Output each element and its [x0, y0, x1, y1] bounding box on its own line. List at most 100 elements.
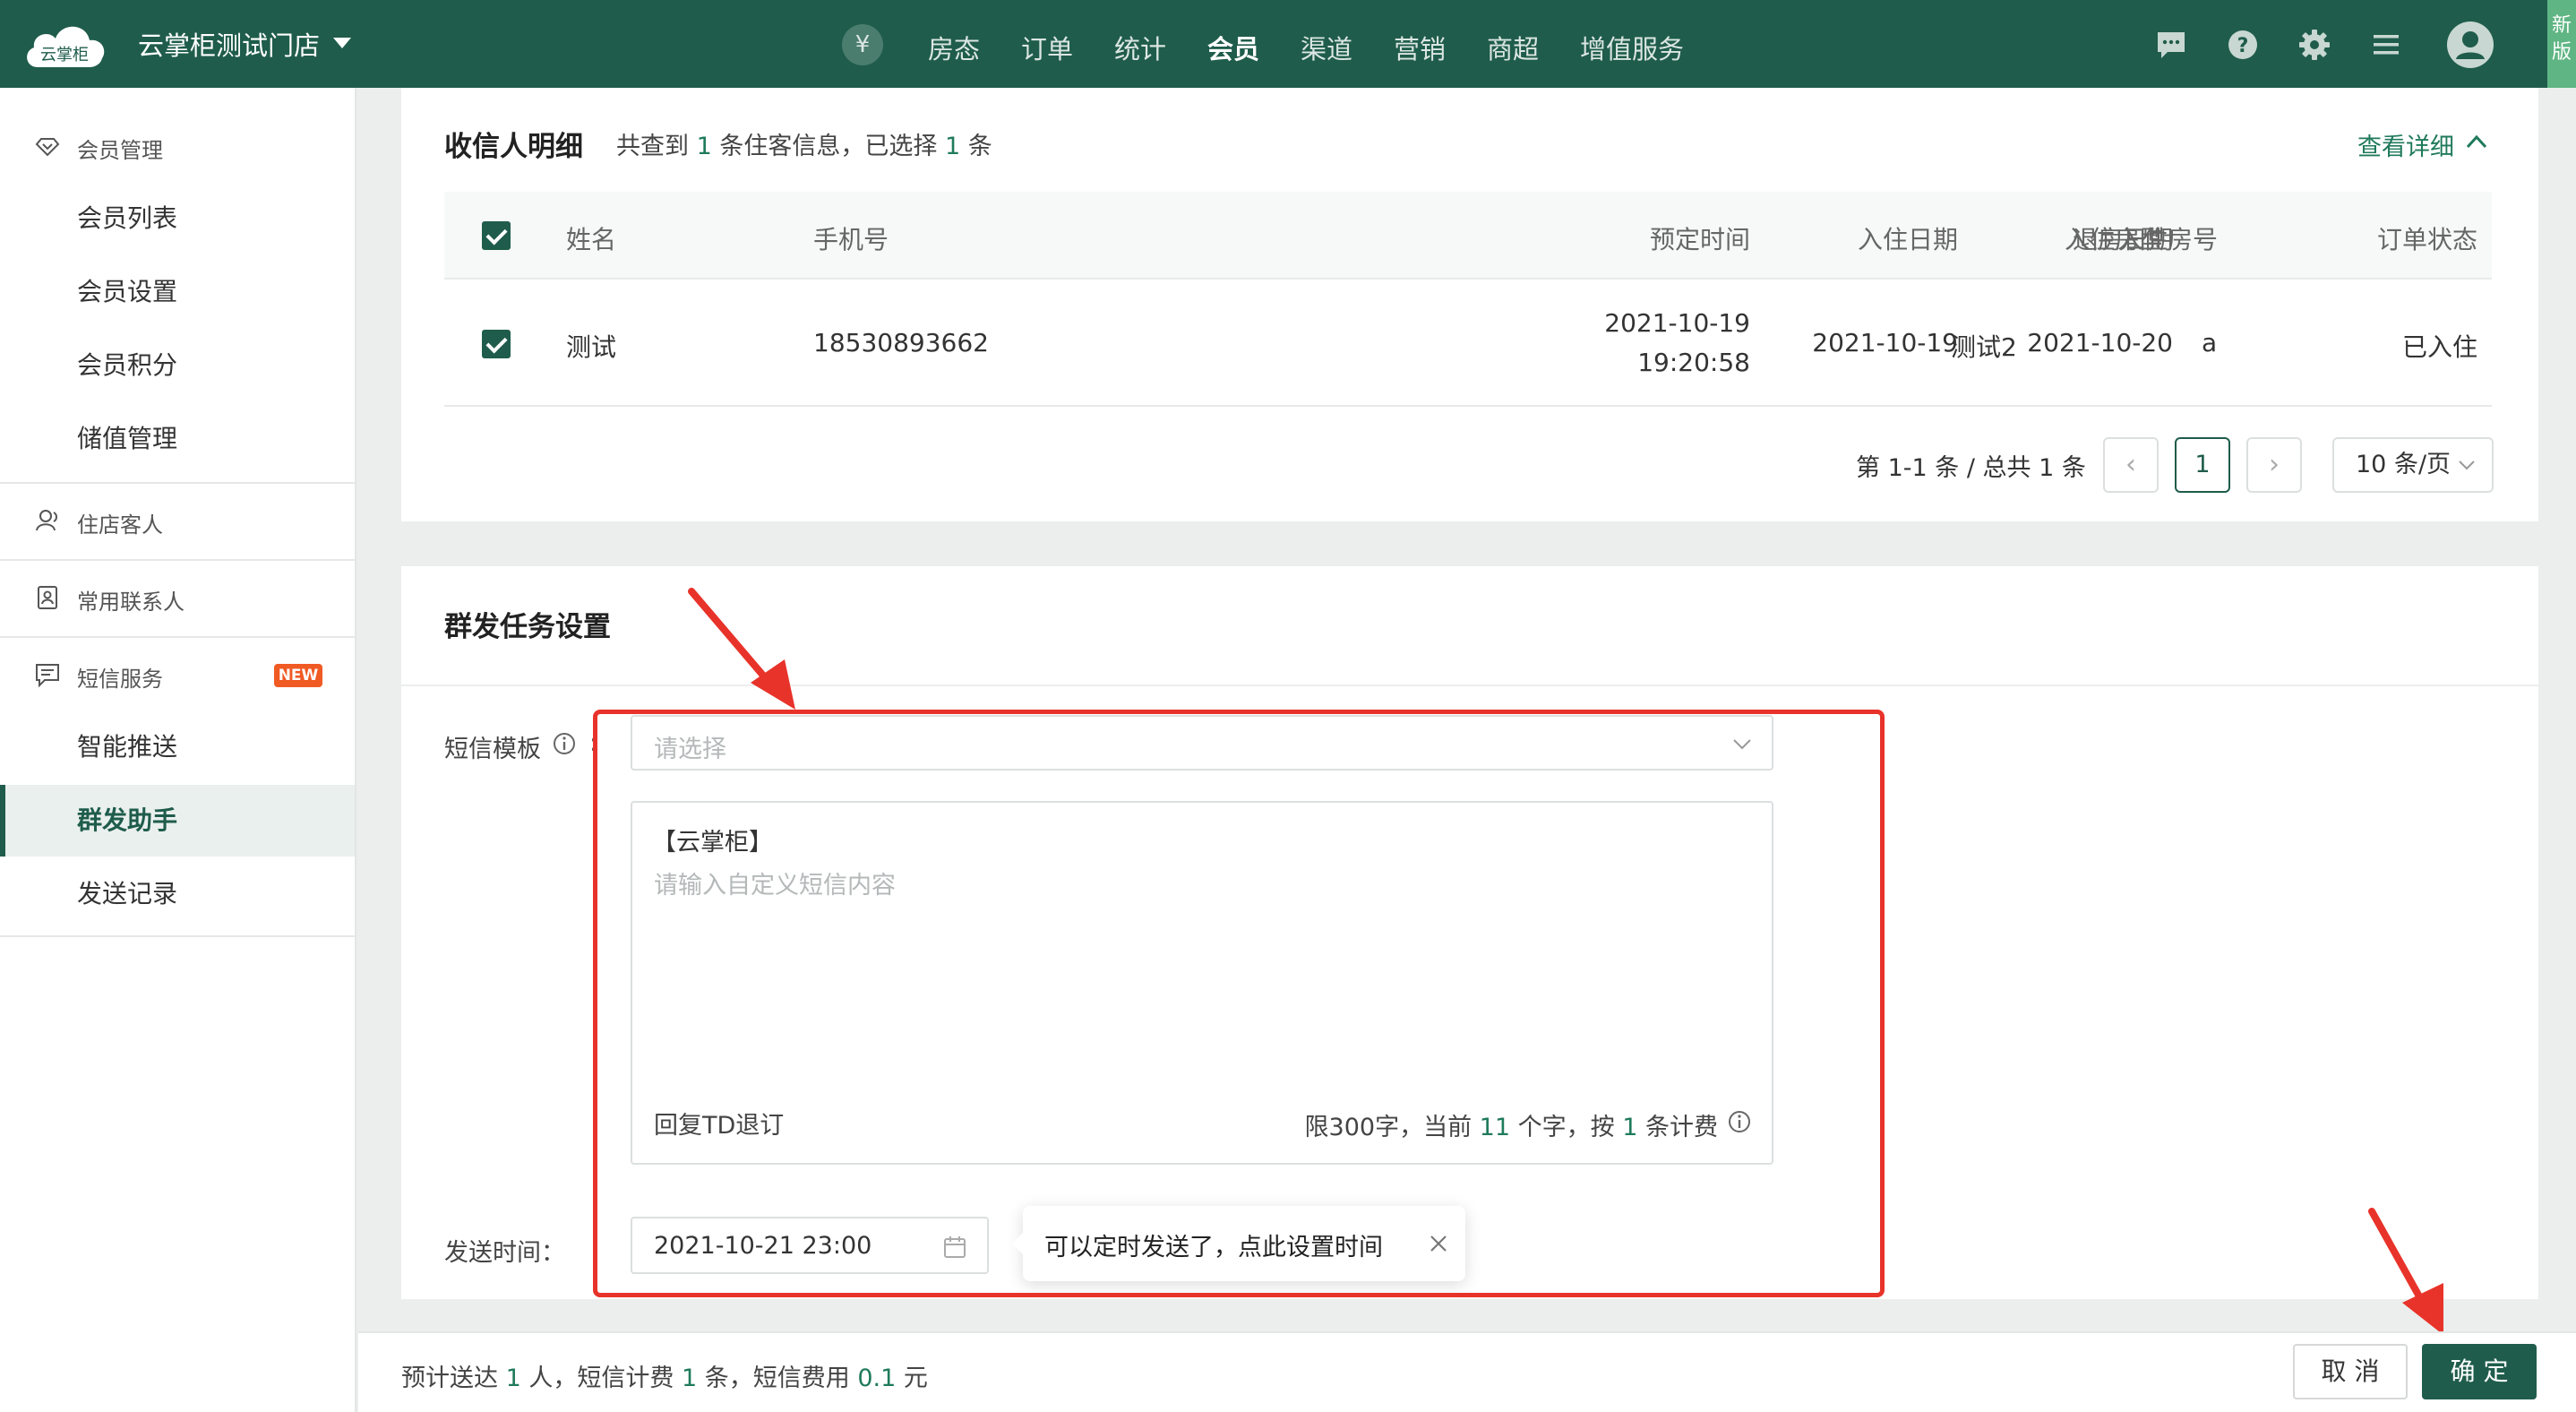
task-settings-title: 群发任务设置 [444, 611, 611, 643]
sms-content-placeholder: 请输入自定义短信内容 [654, 872, 896, 900]
logo-text: 云掌柜 [40, 46, 89, 65]
yen-icon[interactable]: ¥ [842, 24, 883, 65]
sms-template-placeholder: 请选择 [654, 736, 726, 763]
top-navigation-bar: 云掌柜 云掌柜测试门店 ¥ 房态 订单 统计 会员 渠道 营销 商超 增值服务 … [0, 0, 2576, 88]
sidebar-item-send-records[interactable]: 发送记录 [0, 858, 355, 930]
cell-booking-date: 2021-10-19 [1604, 308, 1750, 338]
confirm-button[interactable]: 确 定 [2422, 1344, 2537, 1399]
estimate-cost: 0.1 [857, 1365, 897, 1392]
pagination-next-button[interactable]: › [2246, 437, 2302, 493]
cell-checkout-date: 2021-10-20 [2027, 328, 2173, 357]
footer-bar: 预计送达 1 人，短信计费 1 条，短信费用 0.1 元 [358, 1331, 2576, 1412]
pagination-range: 第 1-1 条 / 总共 1 条 [1856, 454, 2086, 482]
sidebar-divider [0, 636, 355, 638]
sms-content-textarea[interactable]: 【云掌柜】 请输入自定义短信内容 回复TD退订 限300字，当前 11 个字，按… [631, 801, 1773, 1165]
selected-count: 1 [944, 133, 961, 160]
chevron-up-icon[interactable] [2465, 133, 2488, 151]
recipients-title: 收信人明细 [444, 131, 583, 163]
nav-orders[interactable]: 订单 [1021, 29, 1073, 66]
cell-room-number: a [2202, 328, 2218, 357]
tooltip-text: 可以定时发送了，点此设置时间 [1044, 1234, 1383, 1261]
section-divider [401, 684, 2538, 686]
chevron-down-icon[interactable] [1732, 736, 1752, 751]
new-badge: NEW [274, 664, 322, 687]
nav-channels[interactable]: 渠道 [1301, 29, 1352, 66]
sidebar-item-member-settings[interactable]: 会员设置 [0, 256, 355, 328]
cell-phone: 18530893662 [813, 328, 989, 357]
nav-room-status[interactable]: 房态 [928, 29, 980, 66]
sidebar-divider [0, 559, 355, 561]
schedule-tooltip: 可以定时发送了，点此设置时间 [1012, 1206, 1465, 1281]
nav-statistics[interactable]: 统计 [1114, 29, 1166, 66]
chevron-down-icon[interactable] [333, 38, 351, 48]
sidebar-group-member-management[interactable]: 会员管理 [77, 133, 163, 164]
nav-supermarket[interactable]: 商超 [1487, 29, 1539, 66]
column-header-order-status: 订单状态 [2376, 225, 2477, 254]
char-limit-info: 限300字，当前 11 个字，按 1 条计费 [1304, 1114, 1718, 1141]
select-all-checkbox[interactable] [482, 221, 511, 250]
logo-cloud-icon[interactable]: 云掌柜 [21, 15, 109, 71]
billing-count: 1 [1622, 1114, 1638, 1141]
diamond-icon [35, 138, 60, 157]
column-header-name: 姓名 [566, 225, 617, 254]
sidebar-item-bulk-send-assistant[interactable]: 群发助手 [0, 785, 355, 857]
column-header-room-number: 入住房号 [2117, 225, 2219, 254]
view-details-link[interactable]: 查看详细 [2357, 127, 2454, 162]
sidebar-group-sms-service[interactable]: 短信服务 [77, 661, 163, 693]
total-count: 1 [696, 133, 712, 160]
message-icon[interactable] [2153, 27, 2189, 63]
char-count: 11 [1479, 1114, 1511, 1141]
help-icon[interactable]: ? [2225, 27, 2261, 63]
send-time-picker[interactable]: 2021-10-21 23:00 [631, 1217, 989, 1274]
svg-text:?: ? [2237, 35, 2249, 57]
send-estimate-summary: 预计送达 1 人，短信计费 1 条，短信费用 0.1 元 [401, 1365, 928, 1392]
sidebar-item-in-house-guests[interactable]: 住店客人 [77, 507, 163, 538]
sidebar-item-frequent-contacts[interactable]: 常用联系人 [77, 584, 185, 616]
cell-room-type: 测试2 [1951, 332, 2017, 362]
cell-name: 测试 [566, 332, 617, 362]
sidebar-item-stored-value[interactable]: 储值管理 [0, 403, 355, 475]
pagination-prev-button[interactable]: ‹ [2103, 437, 2159, 493]
column-header-booking-time: 预定时间 [1649, 225, 1750, 254]
store-name[interactable]: 云掌柜测试门店 [138, 25, 320, 63]
contact-card-icon [38, 586, 57, 609]
chevron-down-icon[interactable] [2458, 459, 2476, 471]
recipients-summary: 共查到 1 条住客信息，已选择 1 条 [616, 133, 992, 160]
row-checkbox[interactable] [482, 330, 511, 358]
table-row[interactable]: 测试 18530893662 2021-10-19 19:20:58 2021-… [444, 281, 2492, 407]
sidebar-item-member-list[interactable]: 会员列表 [0, 183, 355, 254]
cancel-button[interactable]: 取 消 [2293, 1344, 2408, 1399]
menu-icon[interactable] [2368, 27, 2404, 63]
column-header-phone: 手机号 [813, 225, 889, 254]
nav-members[interactable]: 会员 [1207, 29, 1259, 66]
cell-checkin-date: 2021-10-19 [1812, 328, 1958, 357]
cell-booking-time: 19:20:58 [1637, 348, 1750, 377]
sidebar-item-smart-push[interactable]: 智能推送 [0, 711, 355, 783]
estimate-recipients: 1 [505, 1365, 521, 1392]
cell-order-status: 已入住 [2401, 332, 2477, 362]
close-icon[interactable] [1428, 1233, 1449, 1254]
new-version-tab[interactable]: 新版 [2547, 0, 2576, 88]
label-colon: : [589, 729, 598, 757]
sidebar-divider [0, 482, 355, 484]
column-header-checkin-date: 入住日期 [1857, 225, 1958, 254]
pagination-page-1[interactable]: 1 [2175, 437, 2230, 493]
user-icon [36, 510, 57, 531]
info-icon[interactable] [552, 731, 577, 756]
sms-template-label: 短信模板 [444, 736, 541, 763]
nav-value-added-services[interactable]: 增值服务 [1580, 29, 1684, 66]
sidebar-item-member-points[interactable]: 会员积分 [0, 330, 355, 401]
user-avatar-icon[interactable] [2445, 20, 2495, 70]
sms-signature: 【云掌柜】 [652, 829, 773, 857]
calendar-icon[interactable] [942, 1235, 967, 1260]
info-icon[interactable] [1727, 1109, 1752, 1134]
send-time-label: 发送时间： [444, 1239, 565, 1267]
sms-message-icon [36, 664, 59, 688]
unsubscribe-text: 回复TD退订 [654, 1112, 785, 1140]
nav-marketing[interactable]: 营销 [1394, 29, 1446, 66]
sms-template-select[interactable]: 请选择 [631, 715, 1773, 771]
estimate-billing-count: 1 [681, 1365, 698, 1392]
settings-gear-icon[interactable] [2297, 27, 2332, 63]
sidebar-divider [0, 935, 355, 937]
send-time-value: 2021-10-21 23:00 [654, 1232, 872, 1260]
